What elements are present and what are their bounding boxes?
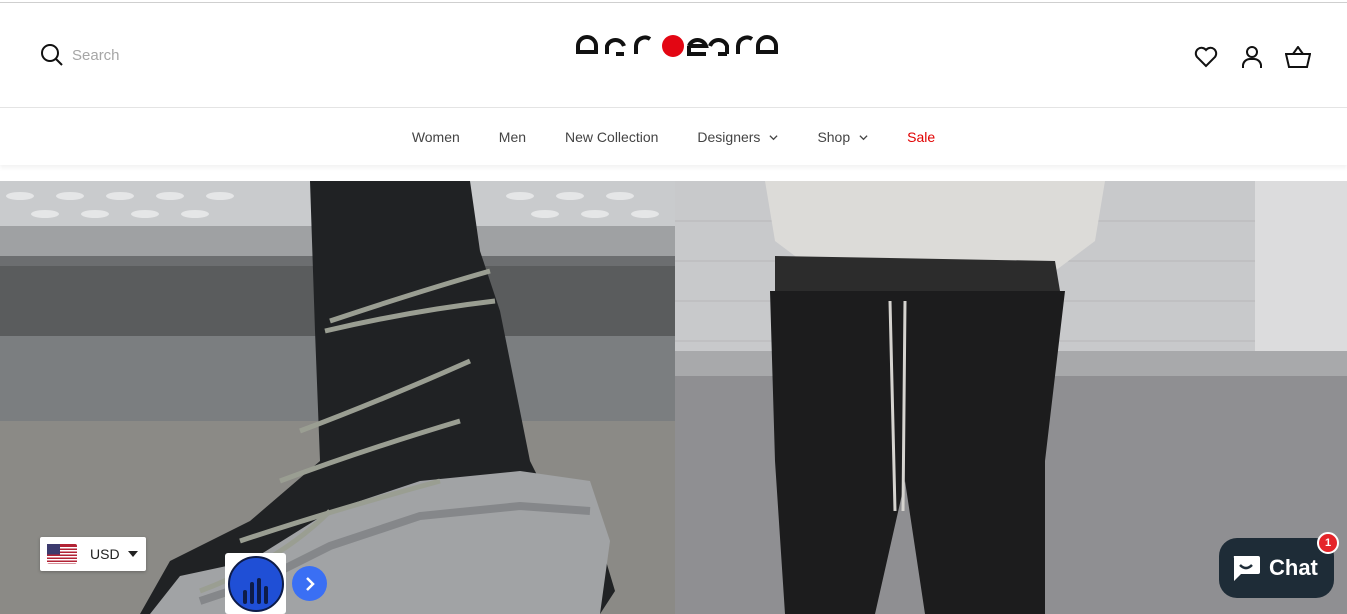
nav-label: Shop — [817, 129, 851, 145]
account-button[interactable] — [1239, 44, 1265, 70]
nav-item-new-collection[interactable]: New Collection — [565, 129, 658, 145]
nav-item-shop[interactable]: Shop — [817, 129, 868, 145]
basket-icon — [1285, 46, 1311, 68]
chevron-down-icon — [769, 134, 779, 140]
search-bar[interactable] — [40, 43, 232, 67]
chat-label: Chat — [1269, 555, 1318, 580]
search-icon[interactable] — [40, 43, 64, 67]
nav-item-women[interactable]: Women — [412, 129, 460, 145]
nav-label: Men — [498, 129, 527, 145]
wishlist-button[interactable] — [1193, 44, 1219, 70]
chat-notification-badge: 1 — [1317, 532, 1339, 554]
widget-next-button[interactable] — [292, 566, 327, 601]
chat-bubble-icon — [1233, 556, 1260, 581]
chevron-right-icon — [305, 576, 315, 591]
currency-selector[interactable]: USD — [40, 537, 146, 571]
main-navigation: Women Men New Collection Designers Shop … — [0, 109, 1347, 165]
nav-label: New Collection — [565, 129, 659, 145]
nav-label: Women — [411, 129, 460, 145]
currency-label: USD — [90, 546, 120, 562]
search-input[interactable] — [72, 46, 232, 64]
nav-item-sale[interactable]: Sale — [907, 129, 935, 145]
nav-label: Sale — [907, 129, 936, 145]
chat-button[interactable]: Chat — [1219, 538, 1334, 598]
header-actions — [1193, 44, 1311, 70]
nav-item-men[interactable]: Men — [499, 129, 526, 145]
audio-widget-button[interactable] — [228, 556, 284, 612]
audio-widget — [225, 553, 286, 614]
chevron-down-icon — [859, 134, 868, 140]
us-flag-icon — [47, 544, 77, 564]
site-header — [0, 3, 1347, 108]
heart-icon — [1194, 46, 1218, 68]
cart-button[interactable] — [1285, 44, 1311, 70]
nav-item-designers[interactable]: Designers — [697, 129, 779, 145]
site-logo[interactable] — [574, 33, 778, 59]
caret-down-icon — [127, 551, 138, 557]
sound-bars-icon — [243, 578, 268, 604]
nav-label: Designers — [697, 129, 761, 145]
account-icon — [1242, 46, 1262, 68]
